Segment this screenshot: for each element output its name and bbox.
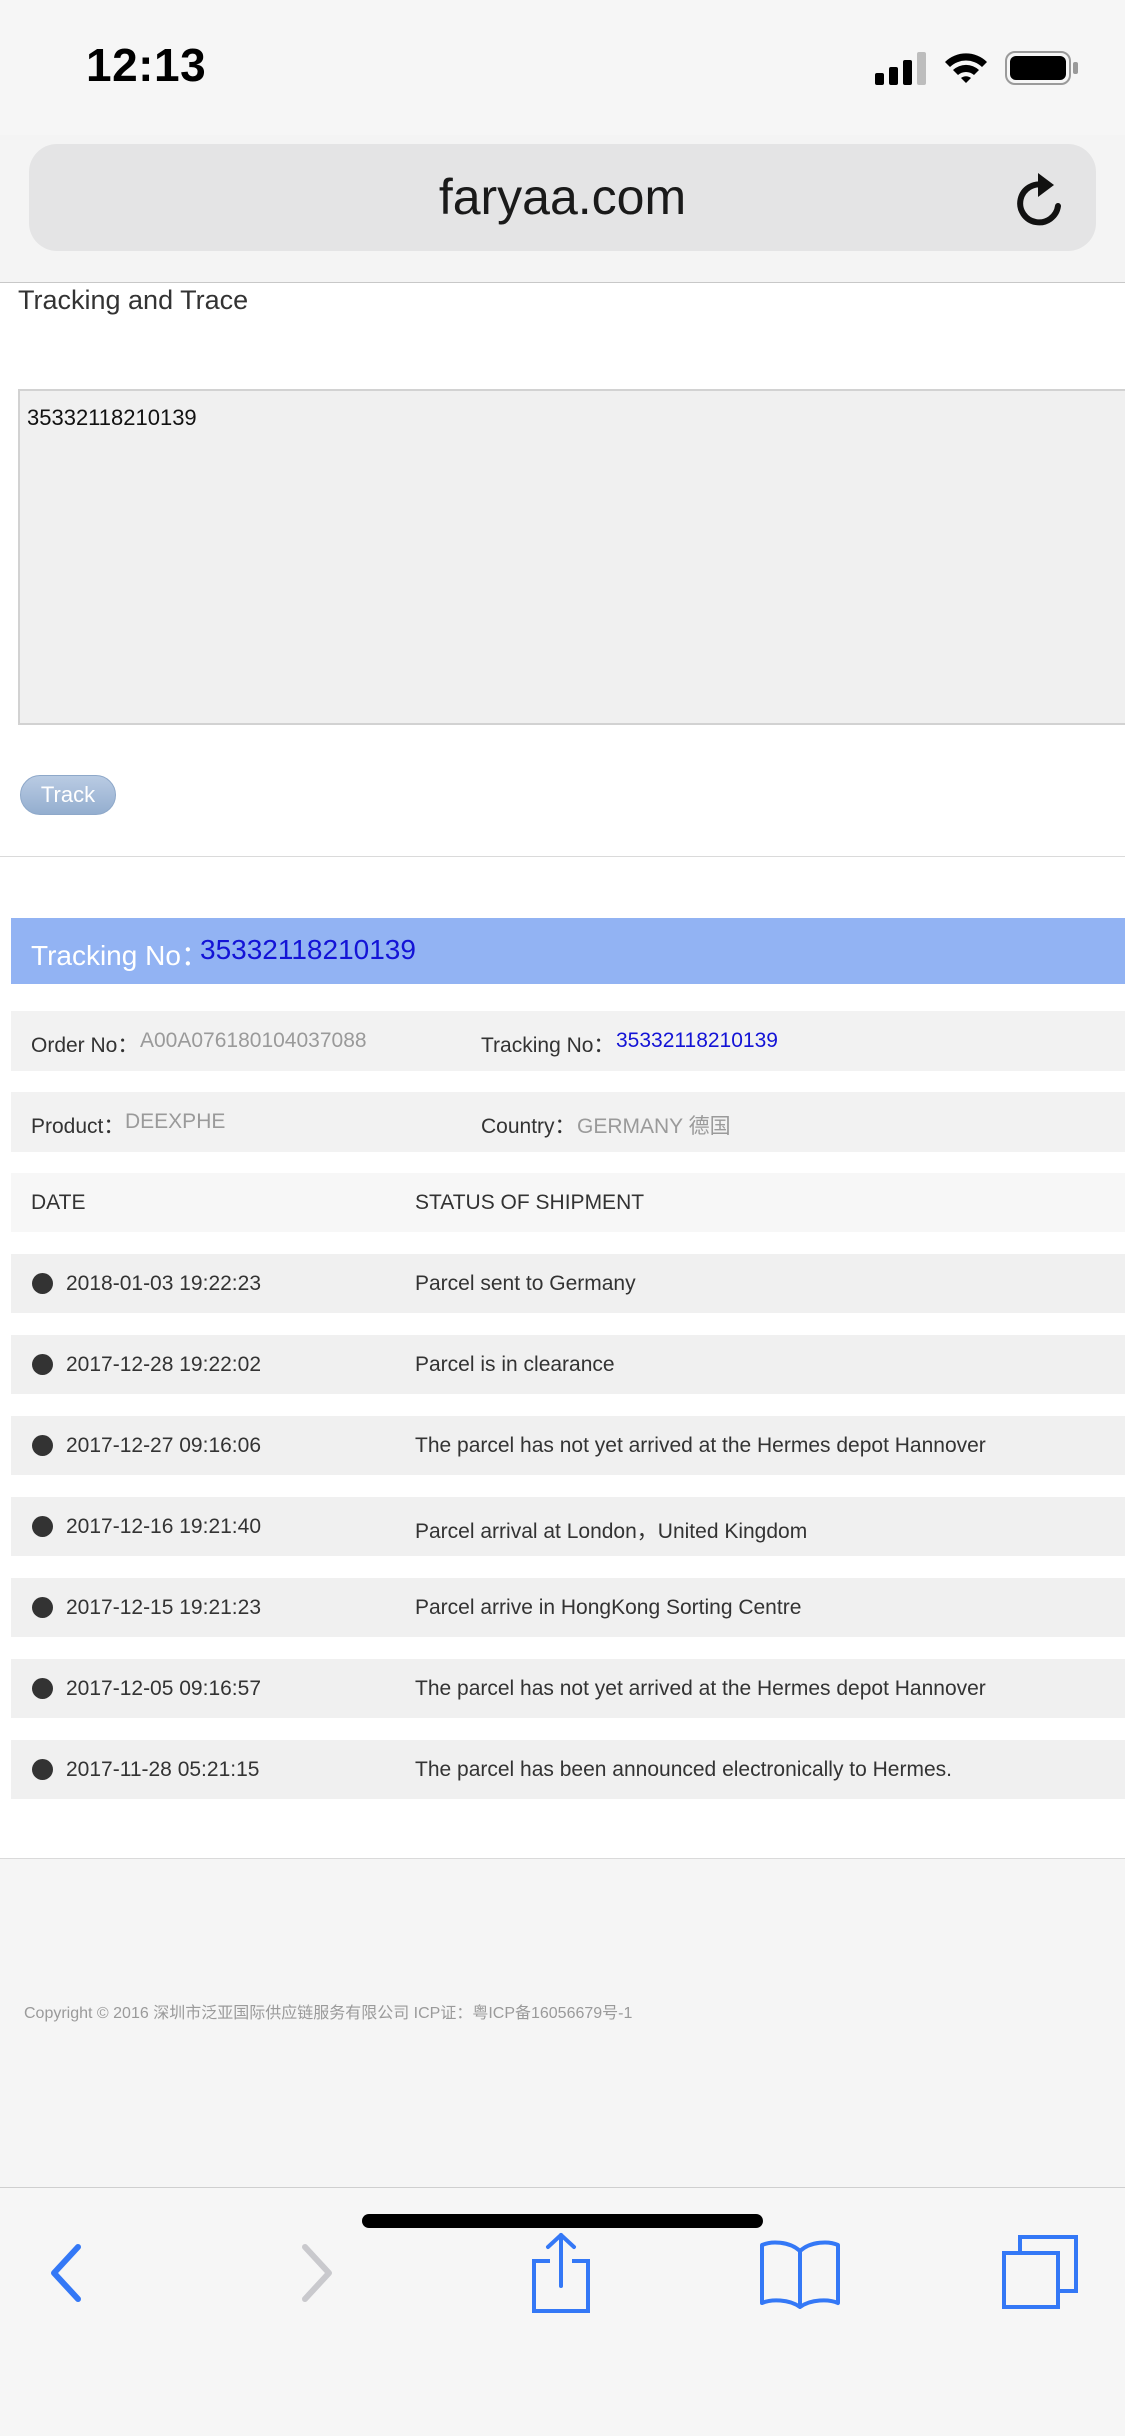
divider [0, 856, 1125, 857]
page-title: Tracking and Trace [18, 285, 249, 315]
bullet-icon [32, 1759, 53, 1780]
url-text[interactable]: faryaa.com [29, 168, 1096, 226]
bullet-icon [32, 1678, 53, 1699]
row-status: Parcel arrive in HongKong Sorting Centre [415, 1596, 802, 1619]
page-footer: Copyright © 2016 深圳市泛亚国际供应链服务有限公司 ICP证：粤… [0, 1859, 1125, 2188]
row-status: The parcel has not yet arrived at the He… [415, 1677, 986, 1700]
status-icons [875, 50, 1079, 90]
battery-icon [1005, 50, 1079, 91]
row-status: Parcel sent to Germany [415, 1272, 636, 1295]
row-status: The parcel has not yet arrived at the He… [415, 1434, 986, 1457]
cellular-signal-icon [875, 51, 927, 90]
result-header-label: Tracking No： [31, 940, 209, 971]
reload-icon[interactable] [1010, 166, 1074, 230]
forward-icon[interactable] [272, 2228, 362, 2318]
row-status: Parcel arrival at London，United Kingdom [415, 1520, 808, 1543]
bullet-icon [32, 1597, 53, 1618]
country-label: Country： [481, 1115, 576, 1138]
home-indicator[interactable] [362, 2214, 763, 2228]
table-row: 2017-11-28 05:21:15 The parcel has been … [11, 1740, 1125, 1799]
tracking-label: Tracking No： [481, 1034, 615, 1057]
column-header-date: DATE [31, 1191, 86, 1214]
column-header-status: STATUS OF SHIPMENT [415, 1191, 645, 1214]
product-label: Product： [31, 1115, 125, 1138]
back-icon[interactable] [21, 2228, 111, 2318]
row-date: 2017-12-27 09:16:06 [66, 1434, 261, 1457]
copyright-text: Copyright © 2016 深圳市泛亚国际供应链服务有限公司 ICP证：粤… [24, 2005, 633, 2022]
track-button[interactable]: Track [20, 775, 116, 815]
tabs-icon[interactable] [995, 2228, 1085, 2318]
status-bar: 12:13 [0, 0, 1125, 135]
share-icon[interactable] [516, 2228, 606, 2318]
order-info-row: Order No： A00A076180104037088 Tracking N… [11, 1011, 1125, 1071]
web-content: Tracking and Trace 35332118210139 Track … [0, 282, 1125, 2188]
row-date: 2017-12-28 19:22:02 [66, 1353, 261, 1376]
order-value: A00A076180104037088 [140, 1029, 367, 1052]
row-date: 2018-01-03 19:22:23 [66, 1272, 261, 1295]
table-row: 2017-12-15 19:21:23 Parcel arrive in Hon… [11, 1578, 1125, 1637]
row-date: 2017-12-16 19:21:40 [66, 1515, 261, 1538]
row-status: The parcel has been announced electronic… [415, 1758, 952, 1781]
screen: 12:13 faryaa.com Tracking and Trace 3533… [0, 0, 1125, 2436]
status-time: 12:13 [86, 39, 207, 91]
bullet-icon [32, 1435, 53, 1456]
table-header-row: DATE STATUS OF SHIPMENT [11, 1173, 1125, 1232]
row-date: 2017-12-15 19:21:23 [66, 1596, 261, 1619]
row-date: 2017-12-05 09:16:57 [66, 1677, 261, 1700]
row-date: 2017-11-28 05:21:15 [66, 1758, 260, 1781]
order-label: Order No： [31, 1034, 139, 1057]
table-row: 2017-12-16 19:21:40 Parcel arrival at Lo… [11, 1497, 1125, 1556]
bullet-icon [32, 1354, 53, 1375]
bullet-icon [32, 1273, 53, 1294]
tracking-number-input[interactable]: 35332118210139 [18, 389, 1125, 725]
product-value: DEEXPHE [125, 1110, 226, 1133]
product-info-row: Product： DEEXPHE Country： GERMANY 德国 [11, 1092, 1125, 1152]
bullet-icon [32, 1516, 53, 1537]
row-status: Parcel is in clearance [415, 1353, 615, 1376]
tracking-value: 35332118210139 [616, 1029, 778, 1052]
result-header: Tracking No： 35332118210139 [11, 918, 1125, 984]
bookmarks-icon[interactable] [755, 2228, 845, 2318]
address-bar[interactable]: faryaa.com [29, 144, 1096, 251]
table-row: 2017-12-28 19:22:02 Parcel is in clearan… [11, 1335, 1125, 1394]
table-row: 2017-12-05 09:16:57 The parcel has not y… [11, 1659, 1125, 1718]
table-row: 2018-01-03 19:22:23 Parcel sent to Germa… [11, 1254, 1125, 1313]
wifi-icon [943, 51, 989, 90]
result-header-value: 35332118210139 [200, 934, 416, 965]
country-value: GERMANY 德国 [577, 1115, 731, 1138]
table-row: 2017-12-27 09:16:06 The parcel has not y… [11, 1416, 1125, 1475]
